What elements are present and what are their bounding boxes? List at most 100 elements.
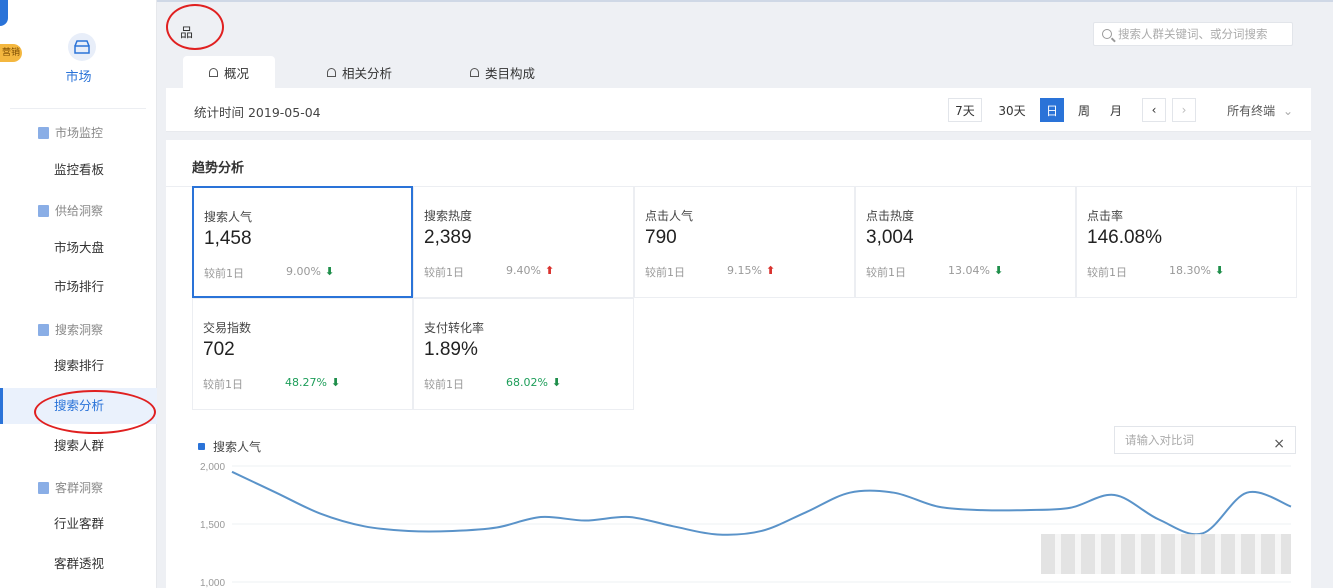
home-icon: [209, 67, 218, 77]
sidebar-item-search-ranking[interactable]: 搜索排行: [0, 348, 157, 384]
metric-label: 支付转化率: [424, 321, 485, 335]
sidebar-section-customer[interactable]: 客群洞察: [38, 479, 103, 496]
period-month[interactable]: 月: [1104, 98, 1128, 122]
terminal-select-value: 所有终端: [1227, 104, 1276, 118]
document-icon: [38, 204, 49, 217]
metric-card[interactable]: 点击率 146.08% 较前1日 18.30% ⬇: [1076, 186, 1297, 298]
metric-card[interactable]: 点击热度 3,004 较前1日 13.04% ⬇: [855, 186, 1076, 298]
arrow-down-icon: ⬇: [551, 376, 562, 389]
chevron-right-icon: ›: [1181, 103, 1187, 117]
date-bar: 统计时间 2019-05-04 7天 30天 日 周 月 ‹ › 所有终端 ⌄: [166, 88, 1311, 132]
metric-value: 1.89%: [424, 339, 478, 360]
document-icon: [38, 126, 49, 139]
sidebar-section-label: 供给洞察: [55, 204, 104, 218]
tab-related-analysis[interactable]: 相关分析: [301, 56, 418, 88]
annotation-circle: [166, 4, 224, 50]
metric-label: 搜索人气: [204, 210, 253, 224]
document-icon: [38, 481, 49, 494]
metric-change: 13.04%: [948, 264, 990, 277]
compare-word-input[interactable]: 请输入对比词 ×: [1114, 426, 1296, 454]
metric-compare-label: 较前1日: [1087, 266, 1127, 279]
legend-label: 搜索人气: [213, 440, 262, 454]
metric-value: 1,458: [204, 228, 252, 249]
arrow-up-icon: ⬆: [765, 264, 776, 277]
y-tick-label: 1,500: [200, 520, 225, 531]
market-label[interactable]: 市场: [0, 66, 157, 85]
next-date-button[interactable]: ›: [1172, 98, 1196, 122]
y-tick-label: 1,000: [200, 578, 225, 588]
sidebar-divider: [10, 108, 146, 109]
prev-date-button[interactable]: ‹: [1142, 98, 1166, 122]
metric-card[interactable]: 支付转化率 1.89% 较前1日 68.02% ⬇: [413, 298, 634, 410]
tab-label: 相关分析: [342, 65, 393, 81]
tab-label: 类目构成: [485, 65, 536, 81]
close-icon[interactable]: ×: [1273, 431, 1285, 457]
metric-change: 68.02%: [506, 376, 548, 389]
chevron-left-icon: ‹: [1151, 103, 1157, 117]
metric-card[interactable]: 点击人气 790 较前1日 9.15% ⬆: [634, 186, 855, 298]
tab-label: 概况: [224, 65, 250, 81]
metric-label: 交易指数: [203, 321, 252, 335]
metric-change: 18.30%: [1169, 264, 1211, 277]
sidebar-section-search[interactable]: 搜索洞察: [38, 321, 103, 338]
search-box[interactable]: 搜索人群关键词、或分词搜索: [1093, 22, 1293, 46]
tab-bar: 概况 相关分析 类目构成: [157, 56, 561, 88]
metric-value: 3,004: [866, 227, 914, 248]
tab-category-composition[interactable]: 类目构成: [444, 56, 561, 88]
period-7d[interactable]: 7天: [948, 98, 982, 122]
arrow-down-icon: ⬇: [330, 376, 341, 389]
sidebar-section-label: 客群洞察: [55, 481, 104, 495]
metric-change: 9.40%: [506, 264, 541, 277]
sidebar-item-industry-customer[interactable]: 行业客群: [0, 506, 157, 542]
home-icon: [470, 67, 480, 77]
overview-card: 趋势分析 搜索人气 1,458 较前1日 9.00% ⬇ 搜索热度 2,389 较…: [166, 140, 1311, 588]
sidebar-item-search-crowd[interactable]: 搜索人群: [0, 428, 157, 464]
metric-card[interactable]: 搜索热度 2,389 较前1日 9.40% ⬆: [413, 186, 634, 298]
tab-overview[interactable]: 概况: [183, 56, 276, 88]
period-week[interactable]: 周: [1072, 98, 1096, 122]
metric-compare-label: 较前1日: [424, 378, 464, 391]
sidebar-item-monitor-board[interactable]: 监控看板: [0, 152, 157, 188]
arrow-down-icon: ⬇: [324, 265, 335, 278]
metric-value: 790: [645, 227, 677, 248]
metric-compare-label: 较前1日: [204, 267, 244, 280]
sidebar-section-label: 搜索洞察: [55, 323, 104, 337]
home-icon: [327, 67, 337, 77]
marketing-badge[interactable]: 营销: [0, 44, 22, 62]
series-line-search-popularity: [231, 470, 1292, 536]
metric-card[interactable]: 交易指数 702 较前1日 48.27% ⬇: [192, 298, 413, 410]
sidebar-item-customer-perspective[interactable]: 客群透视: [0, 546, 157, 582]
app-logo[interactable]: [0, 0, 8, 26]
document-icon: [38, 323, 49, 336]
market-icon[interactable]: [68, 33, 96, 61]
annotation-circle: [34, 390, 156, 434]
metric-compare-label: 较前1日: [645, 266, 685, 279]
period-day[interactable]: 日: [1040, 98, 1064, 122]
terminal-select[interactable]: 所有终端 ⌄: [1227, 102, 1293, 119]
metric-change: 9.00%: [286, 265, 321, 278]
y-tick-label: 2,000: [200, 462, 225, 473]
market-glyph-icon: [74, 40, 90, 54]
sidebar-section-label: 市场监控: [55, 126, 104, 140]
sidebar-section-market-monitor[interactable]: 市场监控: [38, 124, 103, 141]
chart-legend[interactable]: 搜索人气: [198, 438, 261, 455]
breadcrumb[interactable]: 品: [180, 22, 193, 41]
sidebar-section-supply[interactable]: 供给洞察: [38, 202, 103, 219]
metric-label: 点击热度: [866, 209, 915, 223]
sidebar-item-market-overview[interactable]: 市场大盘: [0, 230, 157, 266]
top-border: [157, 0, 1333, 2]
metric-compare-label: 较前1日: [203, 378, 243, 391]
metric-value: 2,389: [424, 227, 472, 248]
metric-label: 搜索热度: [424, 209, 473, 223]
period-30d[interactable]: 30天: [992, 98, 1032, 122]
blurred-region: [1041, 534, 1291, 574]
arrow-down-icon: ⬇: [993, 264, 1004, 277]
sidebar: 营销 市场 市场监控 监控看板 供给洞察 市场大盘 市场排行 搜索洞察 搜索排行…: [0, 0, 157, 588]
metric-card[interactable]: 搜索人气 1,458 较前1日 9.00% ⬇: [192, 186, 413, 298]
stat-date: 统计时间 2019-05-04: [194, 105, 321, 120]
sidebar-item-market-ranking[interactable]: 市场排行: [0, 269, 157, 305]
metric-compare-label: 较前1日: [424, 266, 464, 279]
arrow-up-icon: ⬆: [544, 264, 555, 277]
search-input[interactable]: 搜索人群关键词、或分词搜索: [1118, 26, 1268, 42]
metric-label: 点击率: [1087, 209, 1124, 223]
